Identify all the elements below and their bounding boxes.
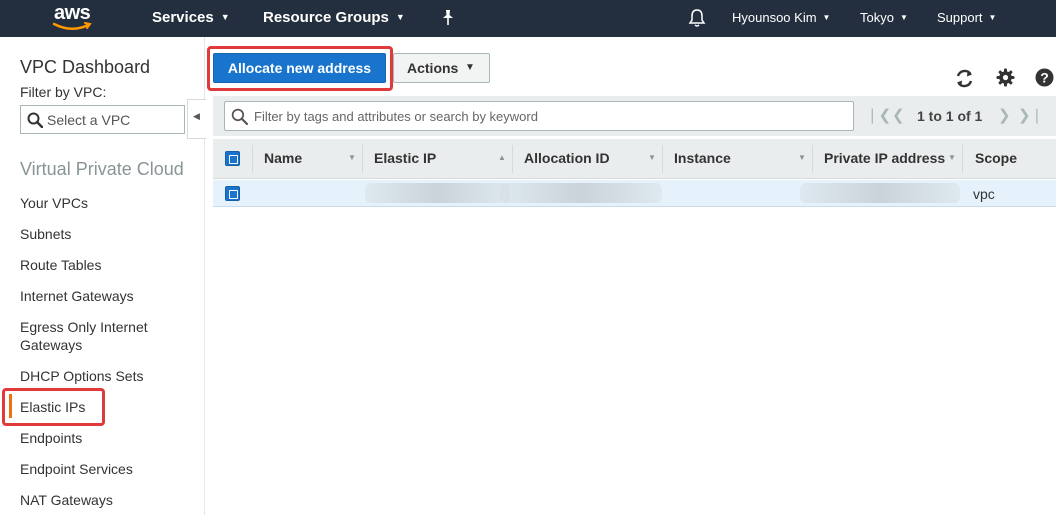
sort-icon[interactable]: ▼: [348, 153, 356, 162]
column-header-private-ip-address[interactable]: Private IP address: [824, 150, 945, 166]
pagination-text: 1 to 1 of 1: [917, 108, 983, 124]
sidebar: VPC Dashboard Filter by VPC: Select a VP…: [0, 37, 206, 515]
row-checkbox[interactable]: [225, 186, 240, 201]
region-menu[interactable]: Tokyo ▼: [860, 10, 908, 25]
column-header-scope[interactable]: Scope: [975, 150, 1017, 166]
sort-icon[interactable]: ▼: [948, 153, 956, 162]
account-menu[interactable]: Hyounsoo Kim ▼: [732, 10, 830, 25]
sort-ascending-icon[interactable]: ▲: [498, 153, 506, 162]
svg-text:?: ?: [1040, 70, 1049, 86]
settings-gear-icon[interactable]: [996, 68, 1015, 92]
column-header-allocation-id[interactable]: Allocation ID: [524, 150, 610, 166]
column-header-elastic-ip[interactable]: Elastic IP: [374, 150, 436, 166]
sort-icon[interactable]: ▼: [648, 153, 656, 162]
sidebar-item-route-tables[interactable]: Route Tables: [20, 256, 101, 274]
actions-dropdown-button[interactable]: Actions ▼: [393, 53, 490, 83]
vpc-select-placeholder: Select a VPC: [47, 112, 131, 128]
vpc-select-input[interactable]: Select a VPC: [20, 105, 185, 134]
filter-by-vpc-label: Filter by VPC:: [20, 84, 107, 100]
sidebar-item-endpoint-services[interactable]: Endpoint Services: [20, 460, 133, 478]
column-divider: [812, 145, 813, 173]
collapse-sidebar-button[interactable]: ◀: [187, 99, 206, 139]
redacted-elastic-ip: [365, 183, 510, 203]
search-icon: [231, 108, 248, 125]
redacted-private-ip: [800, 183, 960, 203]
sidebar-title: VPC Dashboard: [20, 57, 151, 77]
first-page-icon[interactable]: ❘❮: [866, 106, 891, 124]
top-navigation-bar: aws Services ▼ Resource Groups ▼ Hyounsoo …: [0, 0, 1056, 37]
chevron-down-icon: ▼: [988, 13, 997, 22]
sidebar-item-subnets[interactable]: Subnets: [20, 225, 71, 243]
select-all-checkbox[interactable]: [225, 151, 240, 166]
chevron-down-icon: ▼: [395, 12, 405, 22]
chevron-down-icon: ▼: [465, 62, 475, 73]
column-divider: [252, 145, 253, 173]
filter-placeholder: Filter by tags and attributes or search …: [254, 109, 538, 124]
column-divider: [662, 145, 663, 173]
column-header-name[interactable]: Name: [264, 150, 302, 166]
next-page-icon[interactable]: ❯: [998, 106, 1011, 124]
redacted-allocation-id: [500, 183, 662, 203]
section-heading-virtual-private-cloud: Virtual Private Cloud: [20, 159, 184, 179]
help-icon[interactable]: ?: [1035, 68, 1054, 92]
aws-logo[interactable]: aws: [52, 2, 102, 34]
column-divider: [962, 145, 963, 173]
highlight-elastic-ips: [2, 388, 105, 426]
sidebar-item-nat-gateways[interactable]: NAT Gateways: [20, 491, 113, 509]
column-header-instance[interactable]: Instance: [674, 150, 731, 166]
highlight-allocate-button: [207, 46, 393, 91]
sidebar-item-your-vpcs[interactable]: Your VPCs: [20, 194, 88, 212]
sidebar-item-dhcp-options-sets[interactable]: DHCP Options Sets: [20, 367, 143, 385]
previous-page-icon[interactable]: ❮: [892, 106, 905, 124]
column-divider: [512, 145, 513, 173]
chevron-left-icon: ◀: [193, 111, 200, 121]
sort-icon[interactable]: ▼: [798, 153, 806, 162]
chevron-down-icon: ▼: [822, 13, 831, 22]
filter-search-input[interactable]: Filter by tags and attributes or search …: [224, 101, 854, 131]
search-icon: [27, 112, 43, 128]
aws-smile-icon: [52, 22, 92, 30]
notifications-bell-icon[interactable]: [688, 8, 706, 33]
last-page-icon[interactable]: ❯❘: [1018, 106, 1043, 124]
column-divider: [362, 145, 363, 173]
sidebar-item-egress-only-internet-gateways[interactable]: Egress Only Internet Gateways: [20, 318, 170, 354]
services-menu[interactable]: Services ▼: [152, 9, 230, 26]
refresh-icon[interactable]: [954, 68, 975, 94]
sidebar-item-endpoints[interactable]: Endpoints: [20, 429, 82, 447]
pin-icon[interactable]: [440, 9, 456, 32]
cell-scope: vpc: [973, 186, 995, 202]
resource-groups-menu[interactable]: Resource Groups ▼: [263, 9, 405, 26]
sidebar-item-internet-gateways[interactable]: Internet Gateways: [20, 287, 134, 305]
chevron-down-icon: ▼: [220, 12, 230, 22]
chevron-down-icon: ▼: [899, 13, 908, 22]
support-menu[interactable]: Support ▼: [937, 10, 996, 25]
